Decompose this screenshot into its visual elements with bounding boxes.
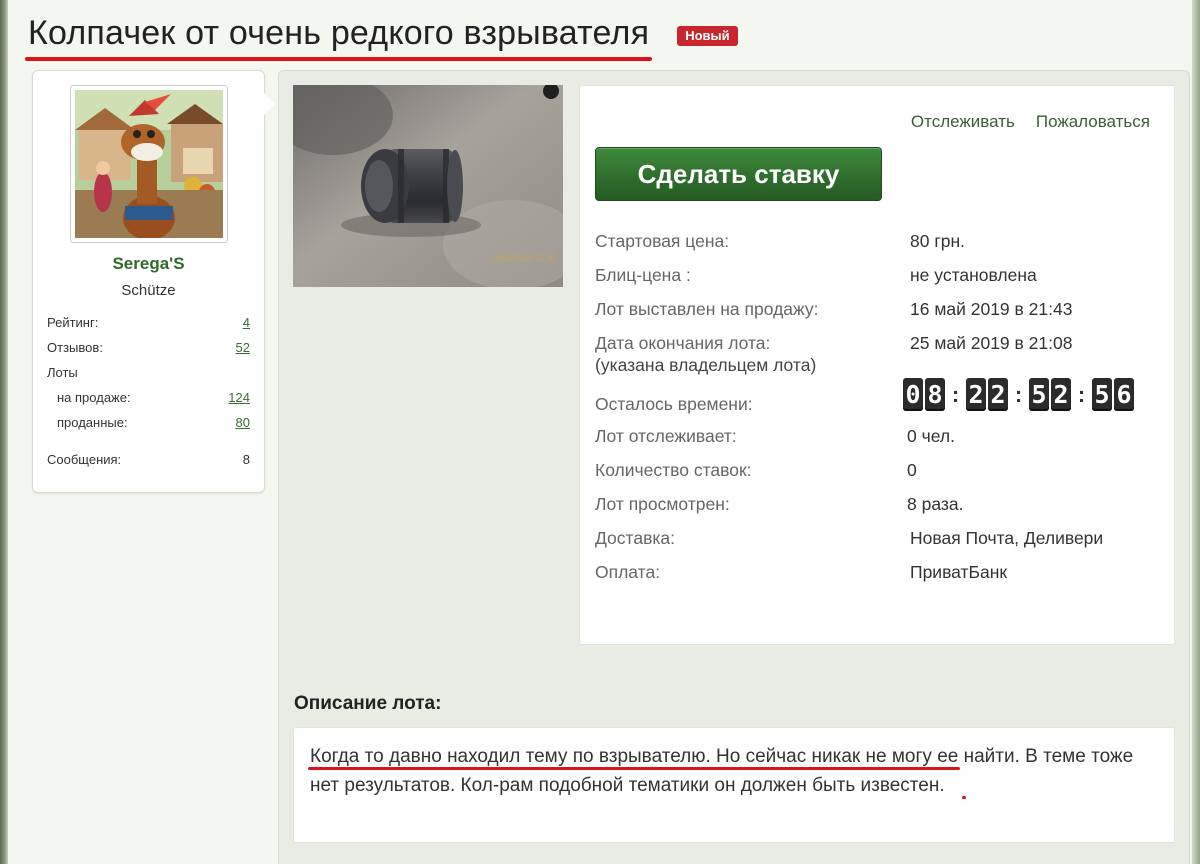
stat-label: проданные: <box>57 415 128 430</box>
lot-photo[interactable]: 2019/05/16 21:36 <box>293 85 563 287</box>
new-badge: Новый <box>677 26 738 46</box>
countdown-timer: 0 8 : 2 2 : 5 2 : 5 6 <box>903 378 1136 411</box>
place-bid-button[interactable]: Сделать ставку <box>595 147 882 201</box>
detail-value: 16 май 2019 в 21:43 <box>910 299 1073 319</box>
stat-on-sale-link[interactable]: 124 <box>228 388 250 413</box>
countdown-separator: : <box>1077 382 1086 407</box>
detail-label: Лот просмотрен: <box>595 494 730 514</box>
seller-name[interactable]: Serega'S <box>33 254 264 274</box>
detail-value: 0 чел. <box>907 426 955 446</box>
detail-value: 25 май 2019 в 21:08 <box>910 333 1073 353</box>
stat-sold-link[interactable]: 80 <box>236 413 250 438</box>
detail-time-left: Осталось времени: 0 8 : 2 2 : 5 2 : 5 6 <box>595 378 1164 425</box>
seller-card: Serega'S Schütze Рейтинг: 4 Отзывов: 52 … <box>32 70 275 493</box>
detail-payment: Оплата: ПриватБанк <box>595 561 1164 595</box>
stat-label: Рейтинг: <box>47 315 99 330</box>
countdown-separator: : <box>1014 382 1023 407</box>
description-heading: Описание лота: <box>294 693 442 714</box>
description-text: Кол-рам подобной тематики он должен быть… <box>455 775 945 796</box>
stat-reviews: Отзывов: 52 <box>47 338 250 363</box>
detail-value: 80 грн. <box>910 231 965 251</box>
lot-photo-image: 2019/05/16 21:36 <box>293 85 563 287</box>
stat-on-sale: на продаже: 124 <box>47 388 250 413</box>
countdown-digit: 8 <box>925 378 945 411</box>
countdown-separator: : <box>951 382 960 407</box>
detail-blitz-price: Блиц-цена : не установлена <box>595 264 1164 298</box>
detail-value: 0 <box>907 460 917 480</box>
title-row: Колпачек от очень редкого взрывателя Нов… <box>24 10 738 61</box>
countdown-digit: 5 <box>1029 378 1049 411</box>
stat-reviews-link[interactable]: 52 <box>236 338 250 363</box>
stat-label: Лоты <box>47 365 78 380</box>
stat-value: 8 <box>242 452 250 467</box>
detail-watchers: Лот отслеживает: 0 чел. <box>595 425 1164 459</box>
stat-sold: проданные: 80 <box>47 413 250 438</box>
detail-delivery: Доставка: Новая Почта, Деливери <box>595 527 1164 561</box>
detail-listed: Лот выставлен на продажу: 16 май 2019 в … <box>595 298 1164 332</box>
countdown-digit: 5 <box>1092 378 1112 411</box>
description-box: Когда то давно находил тему по взрывател… <box>293 727 1175 843</box>
detail-label: Блиц-цена : <box>595 265 691 285</box>
seller-stats: Рейтинг: 4 Отзывов: 52 Лоты на продаже: … <box>47 313 250 475</box>
countdown-digit: 2 <box>1051 378 1071 411</box>
detail-label: Осталось времени: <box>595 394 753 414</box>
countdown-digit: 0 <box>903 378 923 411</box>
detail-label: Доставка: <box>595 528 676 548</box>
stat-rating: Рейтинг: 4 <box>47 313 250 338</box>
avatar-image <box>75 90 223 238</box>
lot-actions: Отслеживать Пожаловаться <box>911 112 1150 132</box>
detail-note: (указана владельцем лота) <box>595 355 817 375</box>
countdown-digit: 6 <box>1114 378 1134 411</box>
watch-link[interactable]: Отслеживать <box>911 112 1015 132</box>
window-left-edge <box>0 0 8 864</box>
lot-panel: 2019/05/16 21:36 Отслеживать Пожаловатьс… <box>278 70 1190 864</box>
seller-rank: Schütze <box>121 282 176 299</box>
detail-label: Дата окончания лота: <box>595 333 771 353</box>
stat-label: на продаже: <box>57 390 131 405</box>
detail-label: Лот отслеживает: <box>595 426 737 446</box>
stat-label: Сообщения: <box>47 452 122 467</box>
detail-start-price: Стартовая цена: 80 грн. <box>595 230 1164 264</box>
detail-bids: Количество ставок: 0 <box>595 459 1164 493</box>
detail-value: не установлена <box>910 265 1037 285</box>
detail-views: Лот просмотрен: 8 раза. <box>595 493 1164 527</box>
detail-value: ПриватБанк <box>910 562 1008 582</box>
detail-label: Количество ставок: <box>595 460 752 480</box>
stat-label: Отзывов: <box>47 340 103 355</box>
svg-text:2019/05/16 21:36: 2019/05/16 21:36 <box>493 254 556 263</box>
countdown-digit: 2 <box>966 378 986 411</box>
detail-label: Стартовая цена: <box>595 231 730 251</box>
report-link[interactable]: Пожаловаться <box>1036 112 1150 132</box>
stat-lots: Лоты <box>47 363 250 388</box>
stat-rating-link[interactable]: 4 <box>243 313 250 338</box>
description-text-highlighted: Когда то давно находил тему по взрывател… <box>310 746 959 767</box>
detail-label: Оплата: <box>595 562 661 582</box>
detail-value: 8 раза. <box>907 494 964 514</box>
seller-avatar[interactable] <box>70 85 228 243</box>
detail-value: Новая Почта, Деливери <box>910 528 1104 548</box>
detail-label: Лот выставлен на продажу: <box>595 299 819 319</box>
countdown-digit: 2 <box>988 378 1008 411</box>
page-title: Колпачек от очень редкого взрывателя <box>24 11 653 61</box>
detail-end-date: Дата окончания лота: (указана владельцем… <box>595 332 1164 378</box>
lot-info-box: Отслеживать Пожаловаться Сделать ставку … <box>579 85 1175 645</box>
lot-details: Стартовая цена: 80 грн. Блиц-цена : не у… <box>595 230 1164 595</box>
stat-messages: Сообщения: 8 <box>47 450 250 475</box>
window-right-edge <box>1192 0 1200 864</box>
